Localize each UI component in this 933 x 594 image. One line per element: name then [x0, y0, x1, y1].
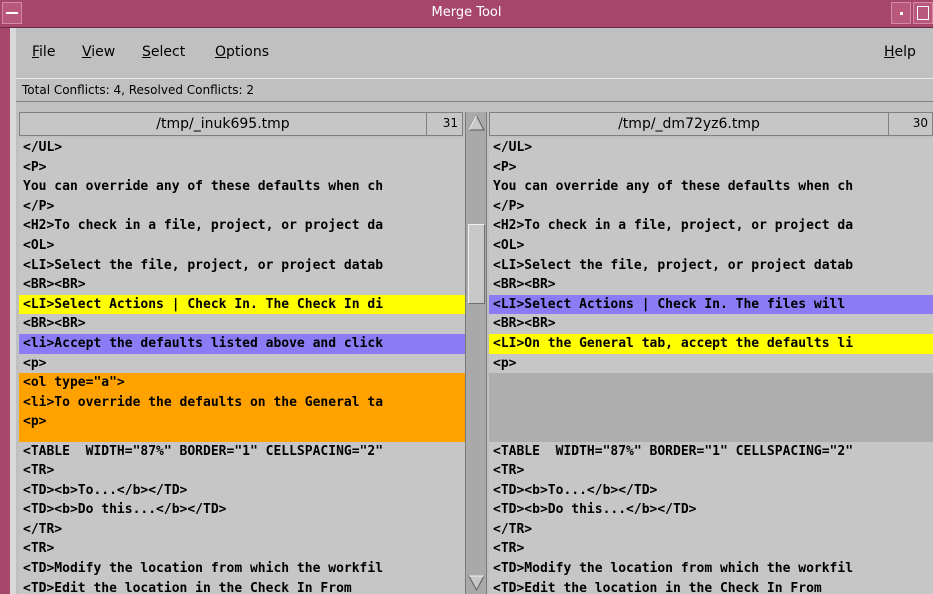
code-line[interactable]: <TD>Edit the location in the Check In Fr… — [19, 579, 465, 594]
left-filename: /tmp/_inuk695.tmp — [156, 116, 290, 132]
code-line[interactable]: <p> — [489, 354, 933, 374]
code-line[interactable]: <TD><b>Do this...</b></TD> — [19, 500, 465, 520]
code-line[interactable]: <OL> — [19, 236, 465, 256]
menu-view[interactable]: View — [82, 44, 115, 60]
code-line[interactable]: <TD>Edit the location in the Check In Fr… — [489, 579, 933, 594]
scroll-thumb[interactable] — [468, 224, 485, 304]
minimize-button[interactable] — [891, 2, 911, 24]
code-line[interactable] — [489, 412, 933, 432]
code-line[interactable]: <li>Accept the defaults listed above and… — [19, 333, 465, 354]
code-line[interactable]: <li>To override the defaults on the Gene… — [19, 392, 465, 413]
code-line[interactable]: </UL> — [19, 138, 465, 158]
code-line[interactable]: <ol type="a"> — [19, 373, 465, 393]
code-line[interactable]: </TR> — [489, 520, 933, 540]
menu-options[interactable]: Options — [215, 44, 269, 60]
code-line[interactable]: <LI>Select the file, project, or project… — [19, 256, 465, 276]
code-line[interactable]: </P> — [489, 197, 933, 217]
code-line[interactable]: <LI>Select Actions | Check In. The Check… — [19, 294, 465, 315]
code-line[interactable]: <TABLE WIDTH="87%" BORDER="1" CELLSPACIN… — [489, 442, 933, 462]
right-line-count: 30 — [888, 113, 933, 135]
code-line[interactable] — [19, 431, 465, 442]
code-line[interactable]: <TD>Modify the location from which the w… — [489, 559, 933, 579]
code-line[interactable]: <P> — [19, 158, 465, 178]
code-line[interactable]: <TABLE WIDTH="87%" BORDER="1" CELLSPACIN… — [19, 442, 465, 462]
left-line-count: 31 — [426, 113, 463, 135]
code-line[interactable]: </P> — [19, 197, 465, 217]
menu-bar: File View Select Options Help — [16, 34, 933, 74]
menu-select[interactable]: Select — [142, 44, 185, 60]
code-line[interactable]: <BR><BR> — [19, 275, 465, 295]
right-filename: /tmp/_dm72yz6.tmp — [618, 116, 760, 132]
title-bar[interactable]: Merge Tool — [0, 0, 933, 28]
code-line[interactable]: <LI>Select the file, project, or project… — [489, 256, 933, 276]
right-text-pane[interactable]: </UL> <P> You can override any of these de… — [489, 138, 933, 594]
code-line[interactable]: You can override any of these defaults w… — [19, 177, 465, 197]
code-line[interactable]: </TR> — [19, 520, 465, 540]
right-pane-header: /tmp/_dm72yz6.tmp 30 — [489, 112, 933, 136]
code-line[interactable]: <TD>Modify the location from which the w… — [19, 559, 465, 579]
code-line[interactable]: <LI>On the General tab, accept the defau… — [489, 333, 933, 354]
code-line[interactable]: <OL> — [489, 236, 933, 256]
code-line[interactable]: You can override any of these defaults w… — [489, 177, 933, 197]
code-line[interactable]: <H2>To check in a file, project, or proj… — [489, 216, 933, 236]
code-line[interactable]: <P> — [489, 158, 933, 178]
menu-help[interactable]: Help — [884, 44, 916, 60]
code-line[interactable]: <TR> — [489, 461, 933, 481]
code-line[interactable]: <H2>To check in a file, project, or proj… — [19, 216, 465, 236]
window-frame-inner — [10, 28, 16, 594]
code-line[interactable] — [489, 431, 933, 442]
code-line[interactable]: <TD><b>To...</b></TD> — [489, 481, 933, 501]
code-line[interactable] — [489, 373, 933, 393]
code-line[interactable]: <BR><BR> — [19, 314, 465, 334]
code-line[interactable]: <LI>Select Actions | Check In. The files… — [489, 294, 933, 315]
code-line[interactable]: <TR> — [19, 461, 465, 481]
code-line[interactable]: <BR><BR> — [489, 275, 933, 295]
menu-file[interactable]: File — [32, 44, 55, 60]
window-title: Merge Tool — [431, 5, 502, 20]
maximize-button[interactable] — [913, 2, 933, 24]
code-line[interactable]: <TR> — [489, 539, 933, 559]
code-line[interactable] — [489, 392, 933, 413]
left-pane-header: /tmp/_inuk695.tmp 31 — [19, 112, 463, 136]
vertical-scrollbar[interactable] — [465, 112, 487, 594]
minimize-icon — [900, 12, 903, 15]
scroll-down-arrow-icon[interactable] — [468, 574, 485, 592]
scroll-up-arrow-icon[interactable] — [468, 114, 485, 132]
code-line[interactable]: <p> — [19, 354, 465, 374]
code-line[interactable]: </UL> — [489, 138, 933, 158]
code-line[interactable]: <BR><BR> — [489, 314, 933, 334]
code-line[interactable]: <TD><b>To...</b></TD> — [19, 481, 465, 501]
code-line[interactable]: <TR> — [19, 539, 465, 559]
maximize-icon — [917, 6, 929, 20]
conflict-status-text: Total Conflicts: 4, Resolved Conflicts: … — [22, 83, 255, 97]
code-line[interactable]: <p> — [19, 412, 465, 432]
left-text-pane[interactable]: </UL> <P> You can override any of these de… — [19, 138, 465, 594]
status-bar: Total Conflicts: 4, Resolved Conflicts: … — [16, 78, 933, 102]
code-line[interactable]: <TD><b>Do this...</b></TD> — [489, 500, 933, 520]
